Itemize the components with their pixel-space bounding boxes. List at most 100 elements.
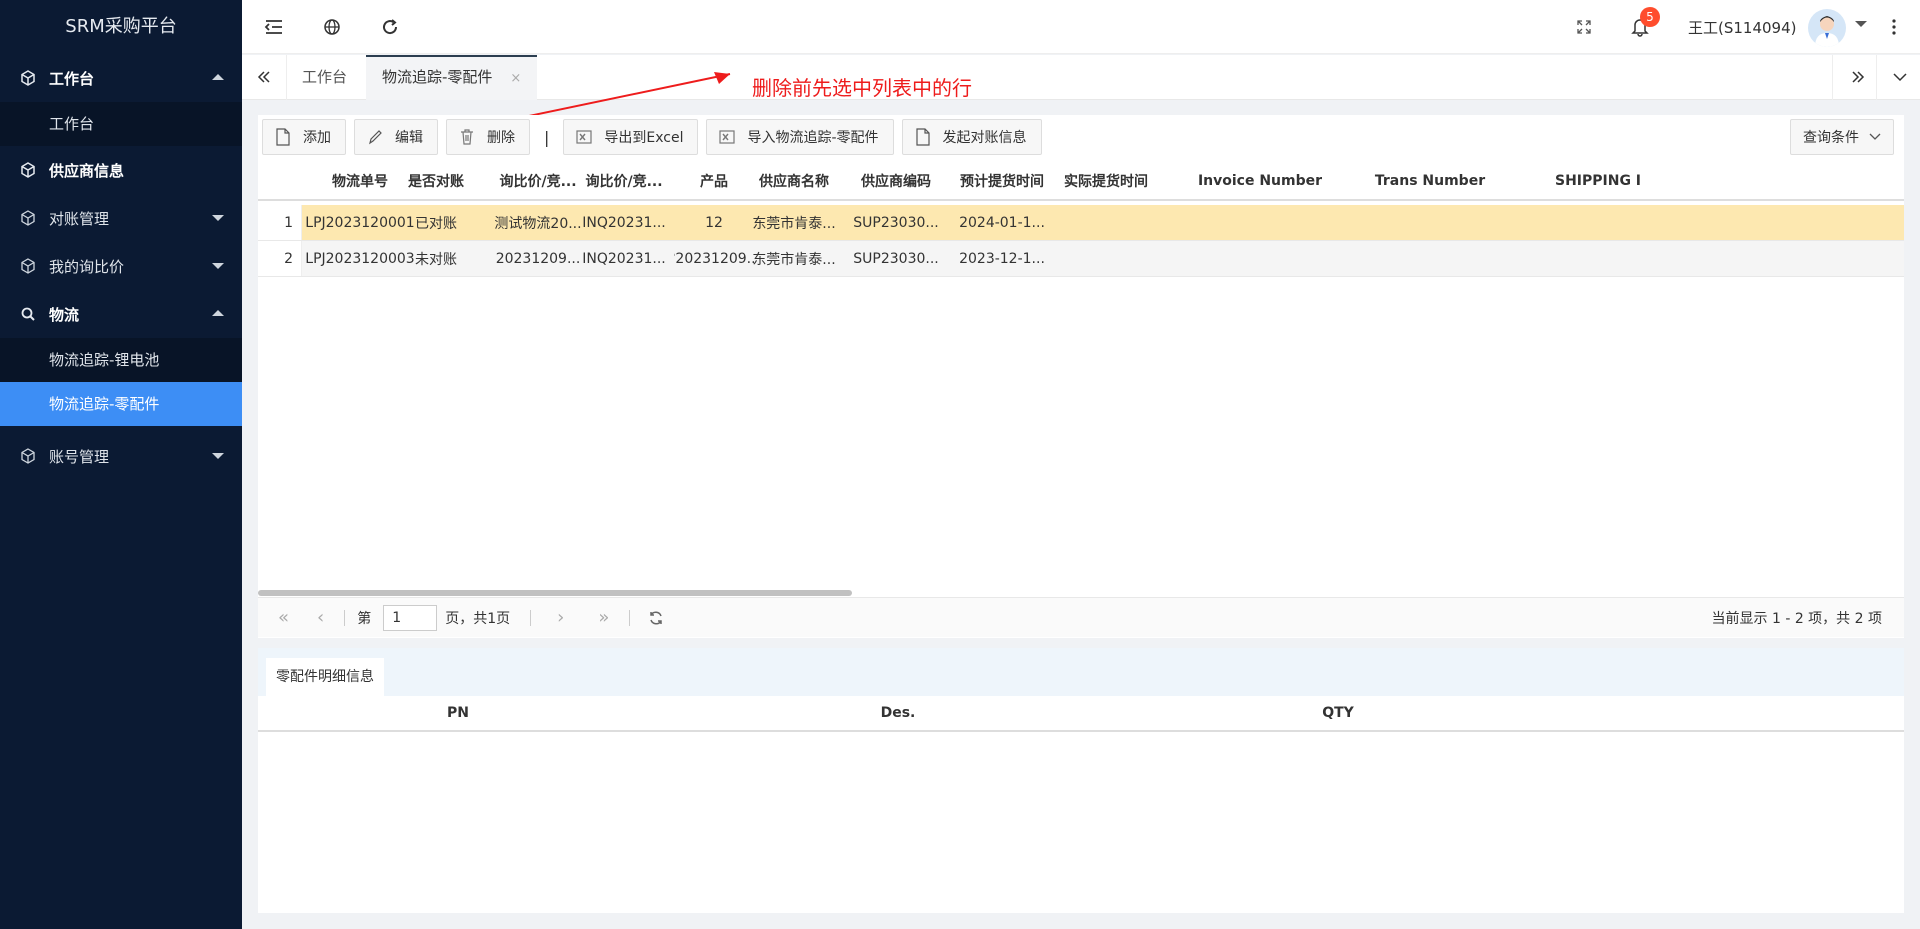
toolbar-separator: | (544, 127, 550, 147)
column-header[interactable]: 实际提货时间 (1054, 163, 1158, 199)
sidebar-item-logistics[interactable]: 物流 (0, 290, 242, 338)
table-cell: 东莞市肯泰... (752, 215, 836, 232)
delete-button[interactable]: 删除 (446, 119, 530, 155)
chevron-up-icon (212, 310, 224, 316)
prev-page-icon[interactable]: ‹ (317, 607, 324, 628)
grid-header: 物流单号 是否对账 询比价/竞... 询比价/竞... 产品 供应商名称 供应商编码 预计提货… (258, 163, 1904, 201)
column-header[interactable]: 预计提货时间 (950, 163, 1054, 199)
user-name[interactable]: 王工(S114094) (1688, 17, 1797, 38)
tabs-scroll-left-icon[interactable] (252, 65, 276, 89)
cube-icon (21, 70, 35, 86)
table-cell (1168, 241, 1352, 276)
horizontal-scrollbar[interactable] (258, 590, 852, 596)
notification-badge: 5 (1640, 7, 1660, 27)
tabs-scroll-right-icon[interactable] (1846, 65, 1870, 89)
table-cell: 东莞市肯泰... (752, 251, 836, 268)
table-cell (1338, 241, 1522, 276)
tab-label: 工作台 (302, 68, 348, 86)
table-cell: 2023-12-1... (959, 250, 1045, 267)
cube-icon (21, 210, 35, 226)
excel-icon (576, 130, 592, 144)
column-header[interactable]: Invoice Number (1168, 163, 1352, 199)
sidebar-subitem-workbench[interactable]: 工作台 (0, 102, 242, 146)
table-cell (1518, 241, 1678, 276)
sidebar-item-label: 工作台 (49, 69, 95, 88)
column-header[interactable]: 是否对账 (398, 163, 474, 199)
tab-label: 物流追踪-零配件 (382, 68, 493, 86)
edit-button-label: 编辑 (395, 130, 423, 146)
column-header[interactable]: 供应商名称 (738, 163, 850, 199)
sidebar-item-workbench[interactable]: 工作台 (0, 54, 242, 102)
chevron-down-icon (212, 263, 224, 269)
sidebar-item-supplier-info[interactable]: 供应商信息 (0, 146, 242, 194)
toolbar: 添加 编辑 删除 | 导出到Excel 导入物流追踪-零配件 发起对账信息 (262, 119, 1050, 155)
refresh-icon[interactable] (378, 15, 402, 39)
import-button[interactable]: 导入物流追踪-零配件 (706, 119, 894, 155)
excel-icon (719, 130, 736, 144)
table-cell (1168, 205, 1352, 240)
sidebar-item-account[interactable]: 账号管理 (0, 432, 242, 480)
chevron-up-icon (212, 74, 224, 80)
sidebar-item-label: 账号管理 (49, 447, 110, 466)
table-cell (1054, 241, 1158, 276)
column-header[interactable]: QTY (1278, 696, 1398, 730)
table-cell: 2024-01-1... (959, 214, 1045, 231)
file-icon (915, 128, 930, 146)
query-conditions-button[interactable]: 查询条件 (1790, 119, 1894, 155)
pencil-icon (369, 130, 382, 145)
column-header[interactable]: 询比价/竞... (490, 163, 586, 199)
menu-collapse-icon[interactable] (262, 15, 286, 39)
bell-icon[interactable]: 5 (1628, 7, 1660, 39)
annotation-text: 删除前先选中列表中的行 (752, 76, 972, 100)
cube-icon (21, 258, 35, 274)
detail-tabbar: 零配件明细信息 (258, 648, 1904, 696)
sidebar-subitem-parts[interactable]: 物流追踪-零配件 (0, 382, 242, 426)
sidebar-item-my-inquiry[interactable]: 我的询比价 (0, 242, 242, 290)
export-button-label: 导出到Excel (604, 130, 684, 146)
column-header[interactable]: PN (398, 696, 518, 730)
chevron-down-icon (212, 215, 224, 221)
table-cell: INQ20231... (582, 250, 666, 267)
import-button-label: 导入物流追踪-零配件 (747, 130, 879, 146)
refresh-icon[interactable] (648, 610, 664, 626)
tabs-bar: 工作台 物流追踪-零配件 × (242, 55, 1920, 100)
table-cell: SUP23030... (853, 250, 939, 267)
sidebar-item-label: 物流 (49, 305, 80, 324)
delete-button-label: 删除 (487, 130, 515, 146)
column-header[interactable]: 供应商编码 (850, 163, 942, 199)
reconcile-button[interactable]: 发起对账信息 (901, 119, 1042, 155)
column-header[interactable]: 询比价/竞... (574, 163, 674, 199)
table-cell (1338, 205, 1522, 240)
add-button[interactable]: 添加 (262, 119, 346, 155)
tab-parts-detail[interactable]: 零配件明细信息 (266, 658, 384, 696)
column-header[interactable]: SHIPPING I (1518, 163, 1678, 199)
column-header[interactable]: Des. (838, 696, 958, 730)
edit-button[interactable]: 编辑 (354, 119, 438, 155)
chevron-down-icon (212, 453, 224, 459)
table-row[interactable]: 2LPJ2023120003未对账20231209...INQ20231...?… (258, 241, 1904, 277)
column-header[interactable]: Trans Number (1338, 163, 1522, 199)
table-cell: SUP23030... (853, 214, 939, 231)
sidebar-subitem-lithium[interactable]: 物流追踪-锂电池 (0, 338, 242, 382)
reconcile-button-label: 发起对账信息 (942, 130, 1027, 146)
fullscreen-icon[interactable] (1572, 15, 1596, 39)
user-dropdown-icon[interactable] (1855, 21, 1867, 27)
first-page-icon[interactable]: « (278, 607, 289, 628)
tab-workbench[interactable]: 工作台 (286, 55, 363, 100)
file-icon (276, 128, 290, 146)
chevron-down-icon (1869, 133, 1881, 140)
more-vertical-icon[interactable] (1882, 15, 1906, 39)
globe-icon[interactable] (320, 15, 344, 39)
submenu-workbench: 工作台 (0, 102, 242, 146)
table-cell: 未对账 (415, 251, 457, 268)
next-page-icon[interactable]: › (557, 607, 564, 628)
last-page-icon[interactable]: » (598, 607, 609, 628)
tabs-dropdown-icon[interactable] (1888, 65, 1912, 89)
table-row[interactable]: 1 LPJ2023120001 已对账 测试物流20... INQ20231... 12 东… (258, 205, 1904, 241)
trash-icon (461, 129, 473, 145)
sidebar-item-reconciliation[interactable]: 对账管理 (0, 194, 242, 242)
avatar[interactable] (1808, 9, 1846, 47)
export-excel-button[interactable]: 导出到Excel (563, 119, 699, 155)
query-button-label: 查询条件 (1803, 130, 1859, 146)
page-input[interactable]: 1 (383, 604, 438, 631)
